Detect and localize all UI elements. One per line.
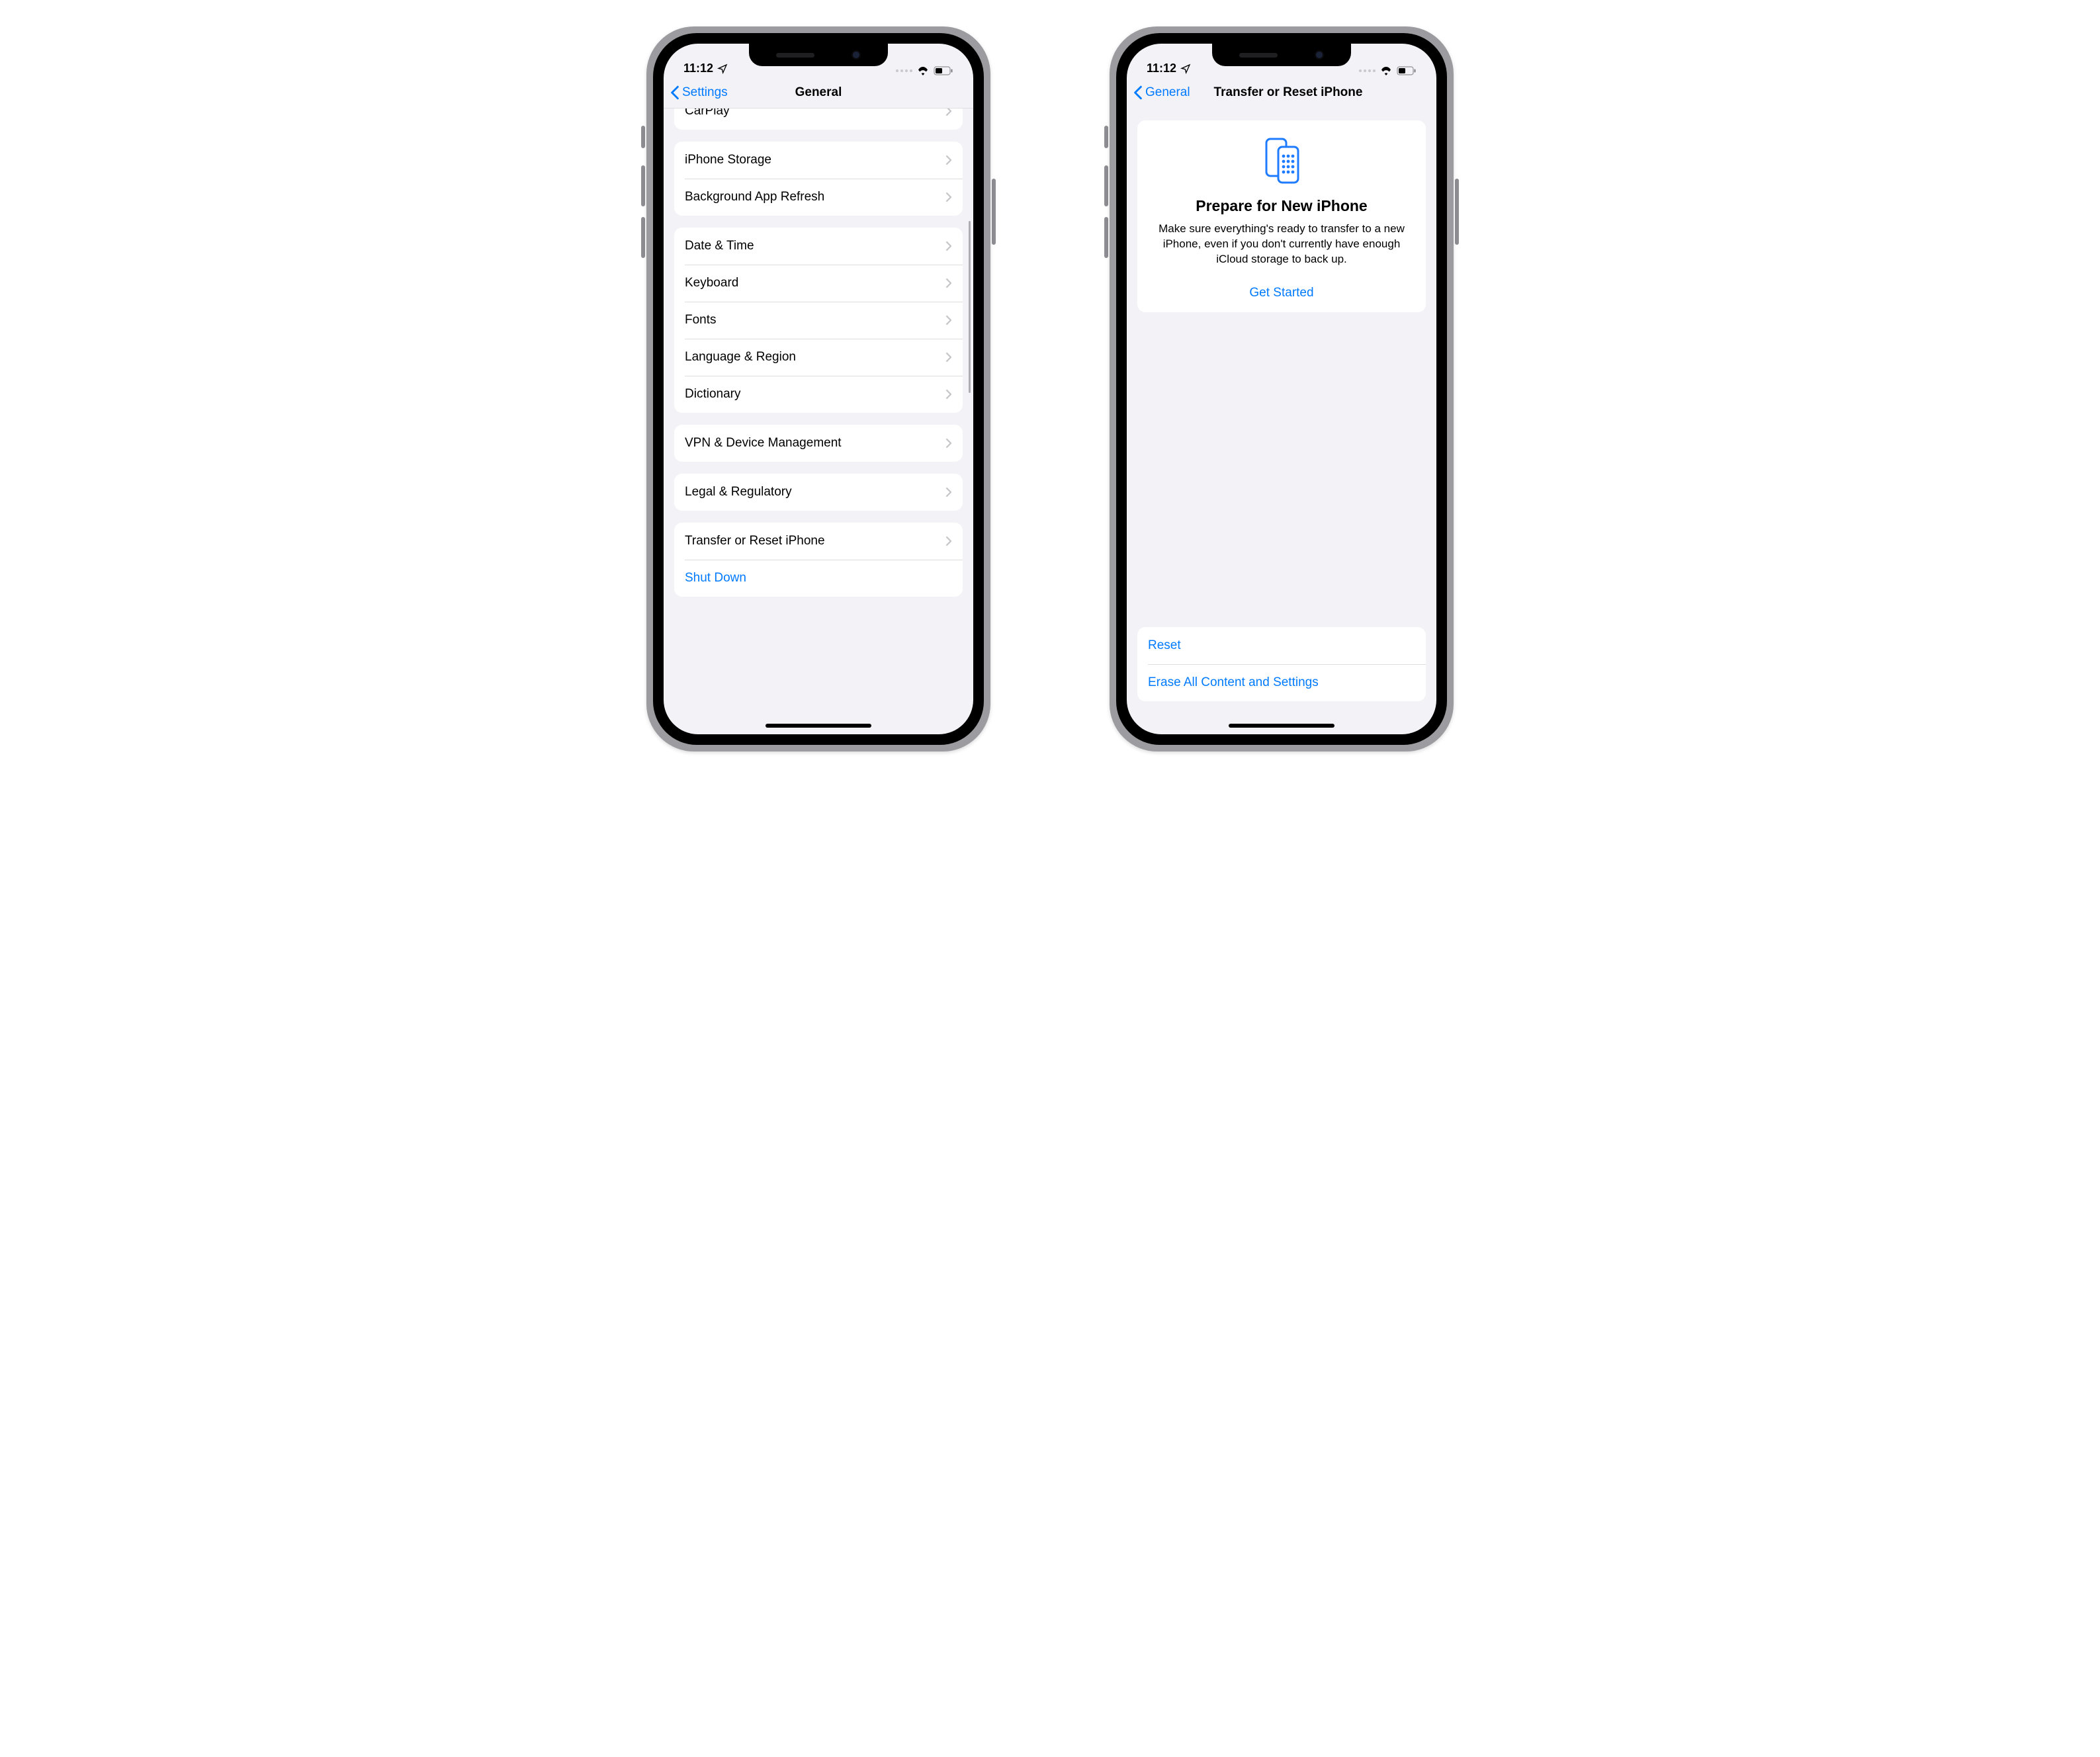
settings-content: CarPlay iPhone Storage Background App Re…: [664, 108, 973, 734]
transfer-reset-content: Prepare for New iPhone Make sure everyth…: [1127, 108, 1436, 734]
list-item-carplay[interactable]: CarPlay: [674, 108, 963, 130]
nav-bar: Settings General: [664, 77, 973, 108]
list-item-vpn-device-management[interactable]: VPN & Device Management: [674, 425, 963, 462]
get-started-button[interactable]: Get Started: [1152, 286, 1411, 300]
phone-general-settings: 11:12 Settings: [646, 26, 990, 751]
silence-switch: [1104, 126, 1108, 148]
list-item-label: Shut Down: [685, 571, 952, 585]
settings-group-carplay: CarPlay: [674, 108, 963, 130]
list-item-label: CarPlay: [685, 108, 945, 118]
earpiece-speaker: [776, 53, 814, 58]
wifi-icon: [916, 66, 930, 75]
chevron-right-icon: [945, 241, 952, 251]
list-item-legal-regulatory[interactable]: Legal & Regulatory: [674, 474, 963, 511]
list-item-label: VPN & Device Management: [685, 436, 945, 450]
scroll-indicator: [969, 221, 971, 393]
chevron-right-icon: [945, 487, 952, 497]
chevron-right-icon: [945, 536, 952, 546]
list-item-label: Background App Refresh: [685, 190, 945, 204]
chevron-right-icon: [945, 389, 952, 400]
nav-bar: General Transfer or Reset iPhone: [1127, 77, 1436, 108]
back-label: Settings: [682, 85, 728, 100]
battery-icon: [934, 66, 953, 75]
back-button[interactable]: General: [1133, 85, 1190, 100]
reset-button[interactable]: Reset: [1137, 627, 1426, 664]
volume-down-button: [1104, 217, 1108, 258]
back-label: General: [1145, 85, 1190, 100]
phone-transfer-reset: 11:12 General T: [1110, 26, 1454, 751]
silence-switch: [641, 126, 645, 148]
back-button[interactable]: Settings: [670, 85, 728, 100]
list-item-label: Keyboard: [685, 276, 945, 290]
shut-down-button[interactable]: Shut Down: [674, 560, 963, 597]
home-indicator[interactable]: [1229, 724, 1334, 728]
chevron-right-icon: [945, 438, 952, 449]
list-item-label: Dictionary: [685, 387, 945, 402]
chevron-right-icon: [945, 315, 952, 325]
cellular-dots-icon: [1359, 69, 1376, 72]
two-phones-icon: [1152, 136, 1411, 185]
location-icon: [717, 64, 728, 74]
list-item-transfer-reset[interactable]: Transfer or Reset iPhone: [674, 523, 963, 560]
list-item-background-app-refresh[interactable]: Background App Refresh: [674, 179, 963, 216]
list-item-label: Transfer or Reset iPhone: [685, 534, 945, 548]
settings-group-localization: Date & Time Keyboard Fonts Language & Re…: [674, 228, 963, 413]
status-time: 11:12: [683, 62, 713, 75]
list-item-label: Date & Time: [685, 239, 945, 253]
list-item-iphone-storage[interactable]: iPhone Storage: [674, 142, 963, 179]
list-item-label: Language & Region: [685, 350, 945, 364]
front-camera: [1315, 50, 1324, 60]
reset-actions-group: Reset Erase All Content and Settings: [1137, 627, 1426, 701]
chevron-right-icon: [945, 352, 952, 363]
card-heading: Prepare for New iPhone: [1152, 197, 1411, 215]
status-time: 11:12: [1147, 62, 1176, 75]
erase-all-button[interactable]: Erase All Content and Settings: [1137, 664, 1426, 701]
list-item-date-time[interactable]: Date & Time: [674, 228, 963, 265]
volume-up-button: [1104, 165, 1108, 206]
chevron-right-icon: [945, 192, 952, 202]
settings-group-reset: Transfer or Reset iPhone Shut Down: [674, 523, 963, 597]
volume-down-button: [641, 217, 645, 258]
list-item-label: Legal & Regulatory: [685, 485, 945, 499]
location-icon: [1180, 64, 1191, 74]
battery-icon: [1397, 66, 1417, 75]
chevron-right-icon: [945, 108, 952, 116]
settings-group-legal: Legal & Regulatory: [674, 474, 963, 511]
list-item-label: Erase All Content and Settings: [1148, 675, 1415, 690]
volume-up-button: [641, 165, 645, 206]
list-item-dictionary[interactable]: Dictionary: [674, 376, 963, 413]
settings-group-vpn: VPN & Device Management: [674, 425, 963, 462]
notch: [1212, 44, 1351, 66]
side-button: [1455, 179, 1459, 245]
notch: [749, 44, 888, 66]
side-button: [992, 179, 996, 245]
list-item-label: iPhone Storage: [685, 153, 945, 167]
list-item-keyboard[interactable]: Keyboard: [674, 265, 963, 302]
list-item-fonts[interactable]: Fonts: [674, 302, 963, 339]
chevron-right-icon: [945, 278, 952, 288]
cellular-dots-icon: [896, 69, 912, 72]
wifi-icon: [1379, 66, 1393, 75]
card-body: Make sure everything's ready to transfer…: [1155, 222, 1409, 267]
earpiece-speaker: [1239, 53, 1278, 58]
home-indicator[interactable]: [766, 724, 871, 728]
chevron-left-icon: [1133, 85, 1143, 100]
list-item-language-region[interactable]: Language & Region: [674, 339, 963, 376]
list-item-label: Fonts: [685, 313, 945, 327]
settings-group-storage: iPhone Storage Background App Refresh: [674, 142, 963, 216]
chevron-left-icon: [670, 85, 679, 100]
chevron-right-icon: [945, 155, 952, 165]
prepare-card: Prepare for New iPhone Make sure everyth…: [1137, 120, 1426, 312]
list-item-label: Reset: [1148, 638, 1415, 653]
front-camera: [852, 50, 861, 60]
